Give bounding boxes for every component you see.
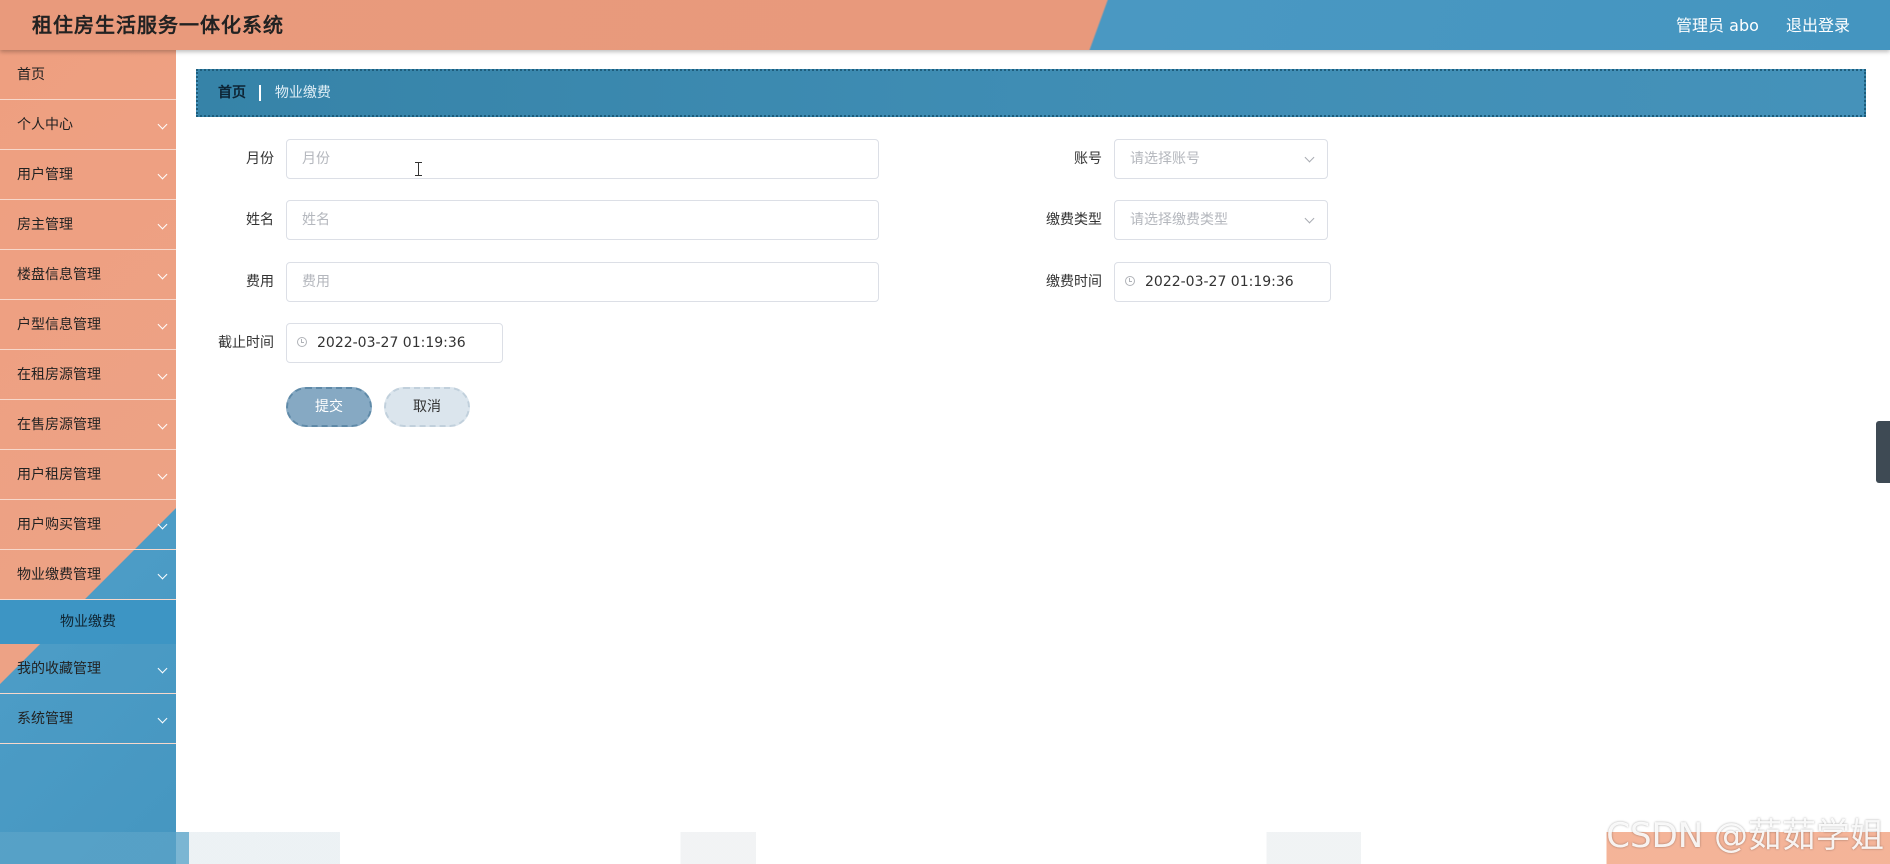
logout-link[interactable]: 退出登录 — [1786, 16, 1850, 35]
sidebar-item-landlord-management[interactable]: 房主管理 — [0, 200, 176, 250]
text-cursor-icon — [415, 162, 422, 176]
breadcrumb: 首页 物业缴费 — [196, 69, 1866, 117]
month-label: 月份 — [246, 151, 274, 167]
chevron-down-icon — [157, 569, 168, 580]
sidebar-item-label: 在租房源管理 — [17, 367, 101, 383]
sidebar-item-label: 房主管理 — [17, 217, 73, 233]
chevron-down-icon — [157, 319, 168, 330]
sidebar-item-label: 系统管理 — [17, 711, 73, 727]
sidebar-item-label: 用户购买管理 — [17, 517, 101, 533]
sidebar-item-label: 楼盘信息管理 — [17, 267, 101, 283]
month-input[interactable] — [286, 139, 879, 179]
sidebar-item-label: 用户管理 — [17, 167, 73, 183]
breadcrumb-home-link[interactable]: 首页 — [218, 85, 246, 101]
sidebar-item-sale-listings[interactable]: 在售房源管理 — [0, 400, 176, 450]
fee-type-label: 缴费类型 — [1046, 212, 1102, 228]
submit-button[interactable]: 提交 — [286, 387, 372, 427]
deadline-picker[interactable]: 2022-03-27 01:19:36 — [286, 323, 503, 363]
account-select[interactable]: 请选择账号 — [1114, 139, 1328, 179]
sidebar-subitem-property-fee[interactable]: 物业缴费 — [0, 600, 176, 644]
chevron-down-icon — [157, 169, 168, 180]
sidebar-item-rental-listings[interactable]: 在租房源管理 — [0, 350, 176, 400]
chevron-down-icon — [157, 419, 168, 430]
sidebar-item-label: 在售房源管理 — [17, 417, 101, 433]
clock-icon — [1125, 276, 1135, 286]
sidebar-item-system-management[interactable]: 系统管理 — [0, 694, 176, 744]
chevron-down-icon — [1304, 213, 1315, 224]
sidebar-item-home[interactable]: 首页 — [0, 50, 176, 100]
sidebar-item-property-fee-management[interactable]: 物业缴费管理 — [0, 550, 176, 600]
pay-time-picker[interactable]: 2022-03-27 01:19:36 — [1114, 262, 1331, 302]
chevron-down-icon — [157, 469, 168, 480]
chevron-down-icon — [1304, 152, 1315, 163]
sidebar-item-label: 个人中心 — [17, 117, 73, 133]
chevron-down-icon — [157, 713, 168, 724]
sidebar-item-layout-info[interactable]: 户型信息管理 — [0, 300, 176, 350]
current-user-label: 管理员 abo — [1676, 16, 1759, 35]
sidebar-item-user-purchases[interactable]: 用户购买管理 — [0, 500, 176, 550]
clock-icon — [297, 337, 307, 347]
header-user-area: 管理员 abo 退出登录 — [1654, 12, 1850, 36]
chevron-down-icon — [157, 663, 168, 674]
sidebar-item-label: 户型信息管理 — [17, 317, 101, 333]
pay-time-value: 2022-03-27 01:19:36 — [1145, 274, 1294, 290]
sidebar-item-user-management[interactable]: 用户管理 — [0, 150, 176, 200]
top-header: 租住房生活服务一体化系统 管理员 abo 退出登录 — [0, 0, 1890, 50]
chevron-down-icon — [157, 369, 168, 380]
sidebar-item-property-info[interactable]: 楼盘信息管理 — [0, 250, 176, 300]
sidebar-item-favorites-management[interactable]: 我的收藏管理 — [0, 644, 176, 694]
chevron-down-icon — [157, 219, 168, 230]
account-label: 账号 — [1074, 151, 1102, 167]
sidebar-item-label: 用户租房管理 — [17, 467, 101, 483]
deadline-label: 截止时间 — [218, 335, 274, 351]
chevron-down-icon — [157, 119, 168, 130]
fee-type-select[interactable]: 请选择缴费类型 — [1114, 200, 1328, 240]
sidebar-item-personal-center[interactable]: 个人中心 — [0, 100, 176, 150]
sidebar-item-label: 物业缴费管理 — [17, 567, 101, 583]
name-label: 姓名 — [246, 212, 274, 228]
breadcrumb-current: 物业缴费 — [274, 85, 331, 101]
fee-type-select-placeholder: 请选择缴费类型 — [1130, 212, 1228, 228]
sidebar-item-user-rentals[interactable]: 用户租房管理 — [0, 450, 176, 500]
breadcrumb-separator — [259, 85, 262, 101]
sidebar-item-label: 我的收藏管理 — [17, 661, 101, 677]
side-drawer-handle[interactable] — [1876, 421, 1890, 483]
sidebar-item-label: 首页 — [17, 67, 45, 83]
chevron-down-icon — [157, 519, 168, 530]
sidebar-menu: 首页 个人中心 用户管理 房主管理 楼盘信息管理 户型信息管理 在租房源管理 在… — [0, 50, 176, 864]
main-content: 首页 物业缴费 月份 账号 请选择账号 姓名 缴费类型 请选择缴费类型 费用 缴… — [176, 50, 1890, 864]
cancel-button[interactable]: 取消 — [384, 387, 470, 427]
fee-input[interactable] — [286, 262, 879, 302]
watermark: CSDN @茹茹学姐 — [1606, 816, 1884, 856]
name-input[interactable] — [286, 200, 879, 240]
app-title: 租住房生活服务一体化系统 — [32, 13, 284, 37]
account-select-placeholder: 请选择账号 — [1130, 151, 1200, 167]
chevron-down-icon — [157, 269, 168, 280]
fee-label: 费用 — [246, 274, 274, 290]
deadline-value: 2022-03-27 01:19:36 — [317, 335, 466, 351]
pay-time-label: 缴费时间 — [1046, 274, 1102, 290]
